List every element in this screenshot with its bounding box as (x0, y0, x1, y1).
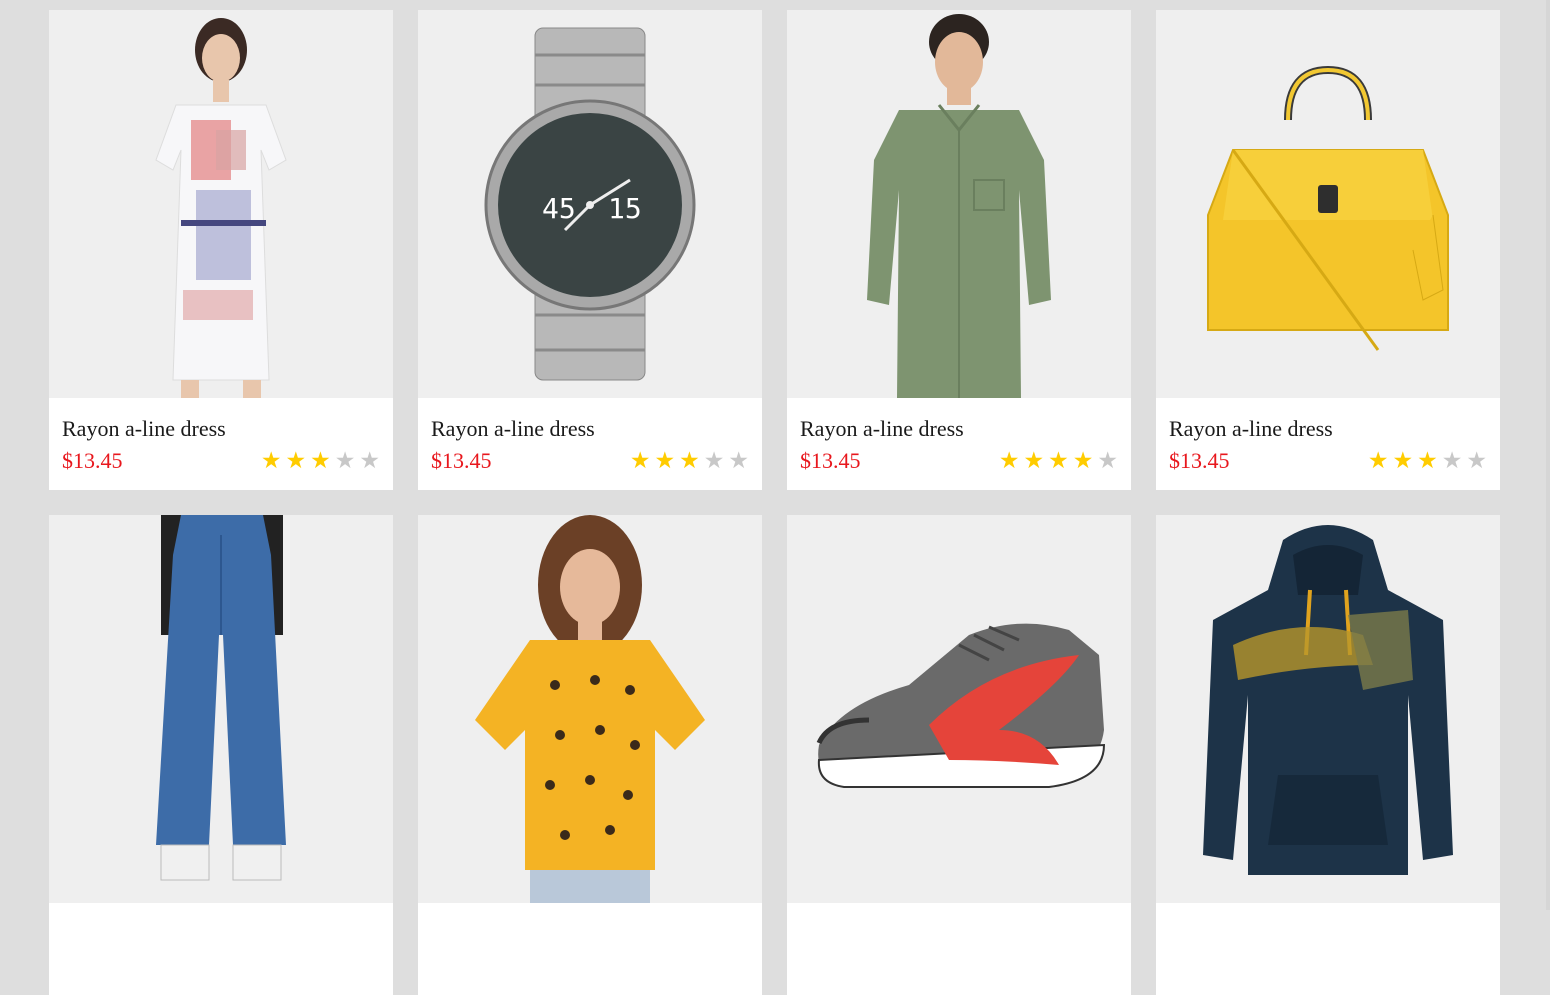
product-card[interactable] (1156, 515, 1500, 995)
product-name[interactable]: Rayon a-line dress (431, 416, 749, 442)
product-card[interactable]: 45 15 Rayon a-line dress $13.45 ★ ★ ★ ★ ★ (418, 10, 762, 490)
product-card[interactable] (49, 515, 393, 995)
star-rating: ★ ★ ★ ★ ★ (629, 447, 749, 474)
star-filled-icon: ★ (654, 447, 676, 474)
product-name[interactable]: Rayon a-line dress (62, 416, 380, 442)
star-filled-icon: ★ (310, 447, 331, 474)
product-image-watch[interactable]: 45 15 (418, 10, 762, 398)
star-empty-icon: ★ (1441, 447, 1463, 474)
product-image-handbag[interactable] (1156, 10, 1500, 398)
svg-text:45: 45 (542, 192, 576, 225)
star-rating: ★ ★ ★ ★ ★ (998, 447, 1118, 474)
product-card[interactable]: Rayon a-line dress $13.45 ★ ★ ★ ★ ★ (1156, 10, 1500, 490)
product-price: $13.45 (800, 448, 861, 473)
star-empty-icon: ★ (703, 447, 725, 474)
star-filled-icon: ★ (1048, 447, 1069, 474)
star-filled-icon: ★ (1023, 447, 1045, 474)
product-price: $13.45 (62, 448, 123, 473)
star-filled-icon: ★ (285, 447, 307, 474)
star-filled-icon: ★ (1417, 447, 1438, 474)
star-rating: ★ ★ ★ ★ ★ (260, 447, 380, 474)
product-image-tshirt[interactable] (418, 515, 762, 903)
star-filled-icon: ★ (1367, 447, 1389, 474)
product-image-dress[interactable] (49, 10, 393, 398)
star-empty-icon: ★ (334, 447, 356, 474)
product-card[interactable]: Rayon a-line dress $13.45 ★ ★ ★ ★ ★ (49, 10, 393, 490)
star-empty-icon: ★ (728, 447, 749, 474)
product-image-sneaker[interactable] (787, 515, 1131, 903)
star-filled-icon: ★ (1072, 447, 1094, 474)
star-filled-icon: ★ (1392, 447, 1414, 474)
star-rating: ★ ★ ★ ★ ★ (1367, 447, 1487, 474)
star-filled-icon: ★ (260, 447, 282, 474)
product-image-hoodie[interactable] (1156, 515, 1500, 903)
product-image-jeans[interactable] (49, 515, 393, 903)
product-card[interactable] (787, 515, 1131, 995)
star-empty-icon: ★ (359, 447, 380, 474)
star-filled-icon: ★ (629, 447, 651, 474)
product-image-shirt[interactable] (787, 10, 1131, 398)
product-name[interactable]: Rayon a-line dress (1169, 416, 1487, 442)
product-price: $13.45 (431, 448, 492, 473)
star-empty-icon: ★ (1097, 447, 1118, 474)
scrollbar[interactable] (1546, 0, 1550, 910)
star-filled-icon: ★ (679, 447, 700, 474)
product-name[interactable]: Rayon a-line dress (800, 416, 1118, 442)
star-filled-icon: ★ (998, 447, 1020, 474)
star-empty-icon: ★ (1466, 447, 1487, 474)
product-grid: Rayon a-line dress $13.45 ★ ★ ★ ★ ★ 45 15 (49, 10, 1500, 995)
product-price: $13.45 (1169, 448, 1230, 473)
svg-text:15: 15 (608, 192, 642, 225)
product-card[interactable]: Rayon a-line dress $13.45 ★ ★ ★ ★ ★ (787, 10, 1131, 490)
product-card[interactable] (418, 515, 762, 995)
